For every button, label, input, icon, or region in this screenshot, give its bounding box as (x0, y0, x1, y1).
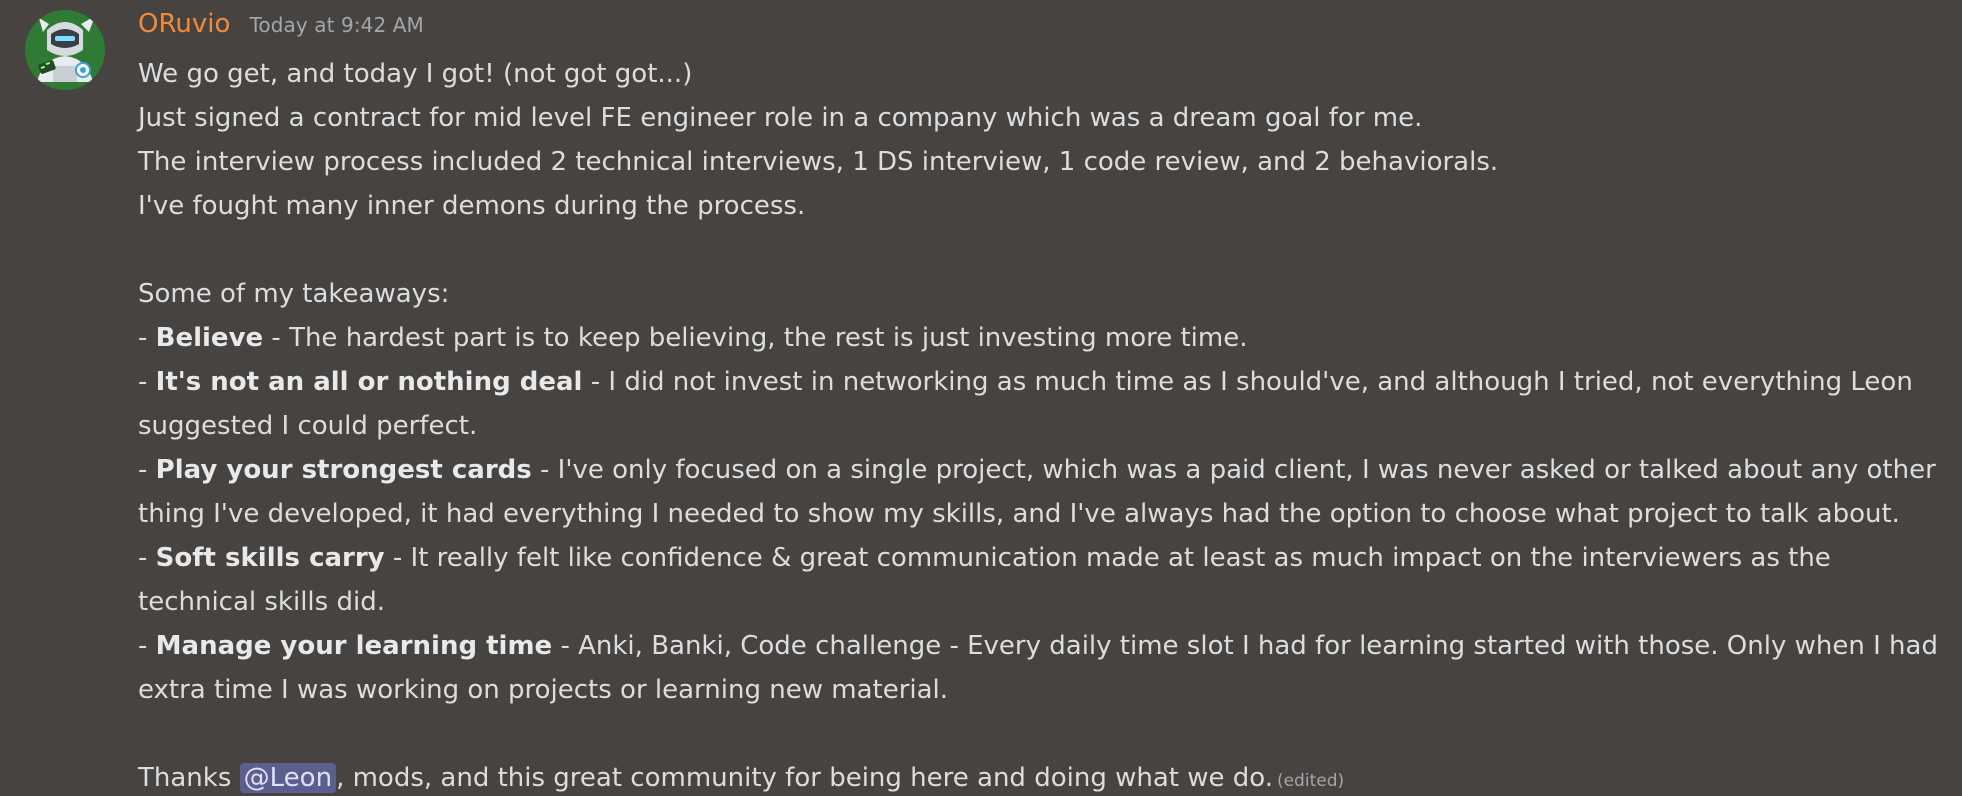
message-line: The interview process included 2 technic… (138, 147, 1499, 177)
takeaway-prefix: - (138, 455, 156, 485)
message-header: ORuvio Today at 9:42 AM (138, 9, 424, 39)
takeaway-prefix: - (138, 323, 156, 353)
message-line: I've fought many inner demons during the… (138, 191, 806, 221)
chat-message: ORuvio Today at 9:42 AM We go get, and t… (0, 0, 1962, 796)
edited-indicator: (edited) (1276, 771, 1345, 791)
takeaway-term: It's not an all or nothing deal (155, 367, 583, 397)
user-mention[interactable]: @Leon (239, 763, 337, 793)
takeaway-prefix: - (138, 631, 156, 661)
thanks-line: Thanks @Leon, mods, and this great commu… (138, 756, 1953, 796)
message-body: We go get, and today I got! (not got got… (138, 52, 1953, 796)
thanks-text-start: Thanks (138, 763, 240, 793)
robot-avatar-icon (25, 10, 105, 90)
takeaway-item: - Believe - The hardest part is to keep … (138, 316, 1953, 360)
user-avatar[interactable] (25, 10, 105, 90)
takeaway-term: Play your strongest cards (155, 455, 532, 485)
username[interactable]: ORuvio (138, 9, 230, 39)
takeaway-prefix: - (138, 367, 156, 397)
takeaway-text: - The hardest part is to keep believing,… (263, 323, 1248, 353)
takeaway-text: - It really felt like confidence & great… (138, 543, 1831, 617)
takeaway-item: - Soft skills carry - It really felt lik… (138, 536, 1953, 624)
message-line: We go get, and today I got! (not got got… (138, 59, 693, 89)
takeaway-item: - It's not an all or nothing deal - I di… (138, 360, 1953, 448)
takeaway-term: Soft skills carry (155, 543, 385, 573)
takeaway-item: - Manage your learning time - Anki, Bank… (138, 624, 1953, 712)
takeaway-item: - Play your strongest cards - I've only … (138, 448, 1953, 536)
takeaway-term: Believe (155, 323, 264, 353)
message-line: Just signed a contract for mid level FE … (138, 103, 1423, 133)
message-timestamp[interactable]: Today at 9:42 AM (249, 13, 423, 37)
takeaway-term: Manage your learning time (155, 631, 553, 661)
thanks-text-end: , mods, and this great community for bei… (336, 763, 1273, 793)
takeaways-heading: Some of my takeaways: (138, 279, 450, 309)
takeaway-prefix: - (138, 543, 156, 573)
